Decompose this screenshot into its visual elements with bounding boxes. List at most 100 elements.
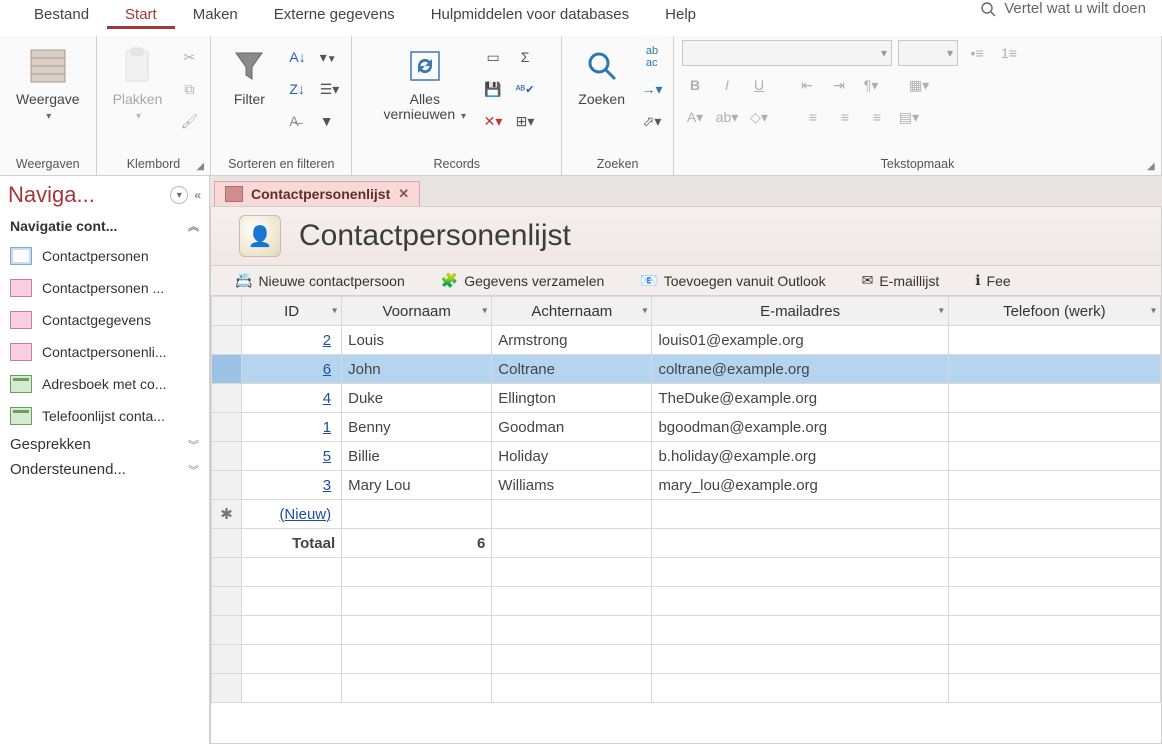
cell-id[interactable]: 6	[242, 355, 342, 384]
menu-help[interactable]: Help	[647, 0, 714, 29]
advanced-filter-button[interactable]: ☰▾	[316, 76, 344, 102]
menu-externe-gegevens[interactable]: Externe gegevens	[256, 0, 413, 29]
refresh-all-button[interactable]: Allesvernieuwen	[376, 42, 475, 127]
cell-id[interactable]: 1	[242, 413, 342, 442]
row-selector[interactable]	[212, 413, 242, 442]
delete-record-button[interactable]: ✕▾	[480, 108, 506, 134]
nav-collapse-button[interactable]: «	[194, 188, 201, 202]
selection-filter-button[interactable]: ▾▼	[316, 44, 344, 70]
column-dropdown-icon[interactable]: ▾	[939, 306, 944, 317]
cell-telefoon[interactable]	[948, 355, 1160, 384]
cell-achternaam[interactable]: Coltrane	[492, 355, 652, 384]
cell-voornaam[interactable]: Louis	[342, 326, 492, 355]
spelling-button[interactable]: ᴬᴮ✔	[512, 76, 538, 102]
menu-bestand[interactable]: Bestand	[16, 0, 107, 29]
cell-achternaam[interactable]: Armstrong	[492, 326, 652, 355]
cell-email[interactable]: coltrane@example.org	[652, 355, 948, 384]
menu-start[interactable]: Start	[107, 0, 175, 29]
cell-empty[interactable]	[492, 500, 652, 529]
column-dropdown-icon[interactable]: ▾	[1151, 306, 1156, 317]
cell-email[interactable]: louis01@example.org	[652, 326, 948, 355]
cell-telefoon[interactable]	[948, 471, 1160, 500]
nav-item-contactgegevens[interactable]: Contactgegevens	[0, 304, 209, 336]
cell-achternaam[interactable]: Holiday	[492, 442, 652, 471]
table-row[interactable]: 4DukeEllingtonTheDuke@example.org	[212, 384, 1161, 413]
table-row[interactable]: 5BillieHolidayb.holiday@example.org	[212, 442, 1161, 471]
cell-telefoon[interactable]	[948, 442, 1160, 471]
filter-button[interactable]: Filter	[219, 42, 279, 111]
row-selector[interactable]	[212, 442, 242, 471]
nav-item-contactpersonen-form[interactable]: Contactpersonen ...	[0, 272, 209, 304]
column-dropdown-icon[interactable]: ▾	[642, 306, 647, 317]
cell-email[interactable]: TheDuke@example.org	[652, 384, 948, 413]
cell-email[interactable]: mary_lou@example.org	[652, 471, 948, 500]
col-header-telefoon[interactable]: Telefoon (werk)▾	[948, 297, 1160, 326]
more-records-button[interactable]: ⊞▾	[512, 108, 538, 134]
cell-id[interactable]: 5	[242, 442, 342, 471]
nav-item-adresboek[interactable]: Adresboek met co...	[0, 368, 209, 400]
row-selector[interactable]	[212, 471, 242, 500]
cell-email[interactable]: b.holiday@example.org	[652, 442, 948, 471]
table-row[interactable]: 6JohnColtranecoltrane@example.org	[212, 355, 1161, 384]
zoeken-button[interactable]: Zoeken	[570, 42, 633, 111]
nav-section-gesprekken[interactable]: Gesprekken ︾	[0, 432, 209, 457]
col-header-achternaam[interactable]: Achternaam▾	[492, 297, 652, 326]
action-feedback[interactable]: ℹ Fee	[975, 272, 1010, 289]
nav-item-contactpersonen[interactable]: Contactpersonen	[0, 240, 209, 272]
action-gather-data[interactable]: 🧩 Gegevens verzamelen	[441, 272, 605, 289]
replace-button[interactable]: abac	[639, 44, 665, 70]
col-header-id[interactable]: ID▾	[242, 297, 342, 326]
cell-id[interactable]: 2	[242, 326, 342, 355]
data-grid[interactable]: ID▾ Voornaam▾ Achternaam▾ E-mailadres▾ T…	[211, 296, 1161, 703]
font-family-combo[interactable]: ▾	[682, 40, 892, 66]
tekstopmaak-dialog-launcher[interactable]: ◢	[1147, 161, 1159, 173]
col-header-voornaam[interactable]: Voornaam▾	[342, 297, 492, 326]
klembord-dialog-launcher[interactable]: ◢	[196, 161, 208, 173]
weergave-button[interactable]: Weergave	[8, 42, 88, 127]
cell-telefoon[interactable]	[948, 326, 1160, 355]
save-record-button[interactable]: 💾	[480, 76, 506, 102]
cell-achternaam[interactable]: Ellington	[492, 384, 652, 413]
cell-achternaam[interactable]: Goodman	[492, 413, 652, 442]
remove-sort-button[interactable]: A̶	[285, 108, 309, 134]
row-selector-header[interactable]	[212, 297, 242, 326]
cell-id[interactable]: 3	[242, 471, 342, 500]
goto-button[interactable]: →▾	[639, 76, 665, 102]
select-button[interactable]: ⬀▾	[639, 108, 665, 134]
font-size-combo[interactable]: ▾	[898, 40, 958, 66]
cell-empty[interactable]	[342, 500, 492, 529]
cell-id-new[interactable]: (Nieuw)	[242, 500, 342, 529]
tab-close-button[interactable]: ✕	[398, 186, 409, 202]
cell-voornaam[interactable]: Billie	[342, 442, 492, 471]
action-new-contact[interactable]: 📇 Nieuwe contactpersoon	[235, 272, 405, 289]
cell-empty[interactable]	[652, 500, 948, 529]
nav-item-telefoonlijst[interactable]: Telefoonlijst conta...	[0, 400, 209, 432]
row-selector[interactable]	[212, 326, 242, 355]
sort-desc-button[interactable]: Z↓	[285, 76, 309, 102]
cell-voornaam[interactable]: Duke	[342, 384, 492, 413]
cell-voornaam[interactable]: Mary Lou	[342, 471, 492, 500]
document-tab-contactpersonenlijst[interactable]: Contactpersonenlijst ✕	[214, 181, 420, 206]
nav-section-ondersteunend[interactable]: Ondersteunend... ︾	[0, 457, 209, 482]
col-header-email[interactable]: E-mailadres▾	[652, 297, 948, 326]
cell-telefoon[interactable]	[948, 384, 1160, 413]
totals-button[interactable]: Σ	[512, 44, 538, 70]
cell-id[interactable]: 4	[242, 384, 342, 413]
sort-asc-button[interactable]: A↓	[285, 44, 309, 70]
nav-dropdown-button[interactable]: ▾	[170, 186, 188, 204]
nav-category-header[interactable]: Navigatie cont... ︽	[0, 214, 209, 240]
cell-voornaam[interactable]: John	[342, 355, 492, 384]
new-record-row[interactable]: ✱(Nieuw)	[212, 500, 1161, 529]
toggle-filter-button[interactable]: ▼	[316, 108, 344, 134]
new-record-button[interactable]: ▭	[480, 44, 506, 70]
action-email-list[interactable]: ✉ E-maillijst	[862, 272, 940, 289]
table-row[interactable]: 1BennyGoodmanbgoodman@example.org	[212, 413, 1161, 442]
action-add-from-outlook[interactable]: 📧 Toevoegen vanuit Outlook	[640, 272, 825, 289]
nav-item-contactpersonenlijst[interactable]: Contactpersonenli...	[0, 336, 209, 368]
column-dropdown-icon[interactable]: ▾	[482, 306, 487, 317]
column-dropdown-icon[interactable]: ▾	[332, 306, 337, 317]
row-selector[interactable]	[212, 355, 242, 384]
menu-hulpmiddelen[interactable]: Hulpmiddelen voor databases	[413, 0, 647, 29]
cell-telefoon[interactable]	[948, 413, 1160, 442]
row-selector[interactable]	[212, 384, 242, 413]
